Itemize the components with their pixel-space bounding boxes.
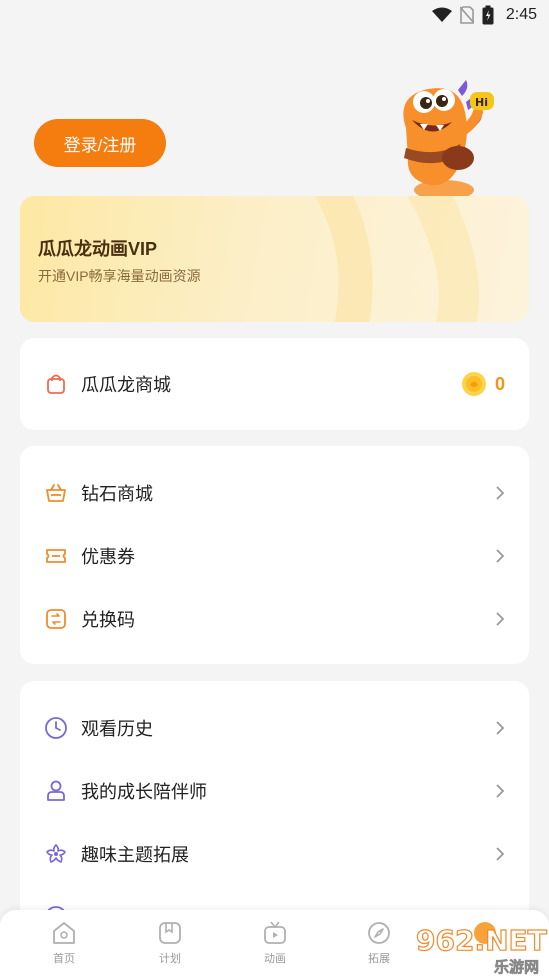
tab-label: 首页	[53, 953, 75, 965]
home-icon	[53, 922, 75, 944]
menu-item-redeem-code[interactable]: 兑换码	[20, 588, 529, 650]
chevron-right-icon	[496, 784, 505, 798]
tab-label: 计划	[159, 953, 181, 965]
chevron-right-icon	[496, 549, 505, 563]
menu-item-diamond-store[interactable]: 钻石商城	[20, 462, 529, 524]
plan-icon	[159, 922, 181, 944]
coin-balance: 0	[461, 371, 505, 397]
menu-item-label: 观看历史	[81, 719, 153, 739]
vip-subtitle: 开通VIP畅享海量动画资源	[38, 268, 201, 284]
chevron-right-icon	[496, 847, 505, 861]
menu-item-label: 趣味主题拓展	[81, 845, 189, 865]
vip-card[interactable]: 瓜瓜龙动画VIP 开通VIP畅享海量动画资源	[20, 196, 529, 322]
chevron-right-icon	[496, 721, 505, 735]
tab-label: 动画	[264, 953, 286, 965]
watermark-subtext: 乐游网	[494, 958, 539, 976]
tab-home[interactable]: 首页	[24, 920, 104, 966]
menu-item-label: 优惠券	[81, 547, 135, 567]
vip-title: 瓜瓜龙动画VIP	[38, 239, 158, 259]
tab-plan[interactable]: 计划	[130, 920, 210, 966]
login-register-button[interactable]: 登录/注册	[34, 119, 166, 167]
shop-card: 瓜瓜龙商城 0	[20, 338, 529, 430]
coin-icon	[461, 372, 486, 396]
shop-label: 瓜瓜龙商城	[81, 375, 171, 395]
person-icon	[44, 779, 68, 803]
dinosaur-mascot-illustration: Hi	[403, 80, 494, 198]
store-card: 钻石商城 优惠券 兑换码	[20, 446, 529, 664]
menu-item-label: 兑换码	[81, 610, 135, 630]
menu-item-watch-history[interactable]: 观看历史	[20, 697, 529, 759]
redeem-code-icon	[44, 607, 68, 631]
svg-text:Hi: Hi	[475, 96, 488, 109]
basket-icon	[44, 481, 68, 505]
shopping-bag-icon	[44, 372, 68, 396]
menu-item-growth-companion[interactable]: 我的成长陪伴师	[20, 760, 529, 822]
no-sim-icon	[459, 6, 474, 24]
watermark-text: 962.NET	[416, 924, 547, 957]
chevron-right-icon	[496, 612, 505, 626]
coin-count: 0	[494, 373, 505, 394]
clock-icon	[44, 716, 68, 740]
status-bar: 2:45	[0, 0, 549, 30]
battery-icon	[482, 5, 494, 25]
compass-icon	[368, 922, 390, 944]
tab-animation[interactable]: 动画	[235, 920, 315, 966]
tv-icon	[264, 921, 286, 944]
wifi-icon	[431, 7, 452, 22]
tab-extension[interactable]: 拓展	[339, 920, 419, 966]
watermark-logo: 962.NET 乐游网	[415, 923, 547, 976]
menu-item-coupons[interactable]: 优惠券	[20, 525, 529, 587]
more-card: 观看历史 我的成长陪伴师 趣味主题拓展	[20, 681, 529, 941]
menu-item-fun-themes[interactable]: 趣味主题拓展	[20, 823, 529, 885]
menu-item-label: 我的成长陪伴师	[81, 782, 207, 802]
status-time: 2:45	[505, 6, 537, 23]
flower-icon	[44, 842, 68, 866]
chevron-right-icon	[496, 486, 505, 500]
vip-decoration	[315, 196, 479, 322]
shop-row[interactable]: 瓜瓜龙商城 0	[20, 353, 529, 415]
menu-item-label: 钻石商城	[81, 484, 153, 504]
tab-label: 拓展	[368, 953, 390, 965]
coupon-icon	[44, 544, 68, 568]
